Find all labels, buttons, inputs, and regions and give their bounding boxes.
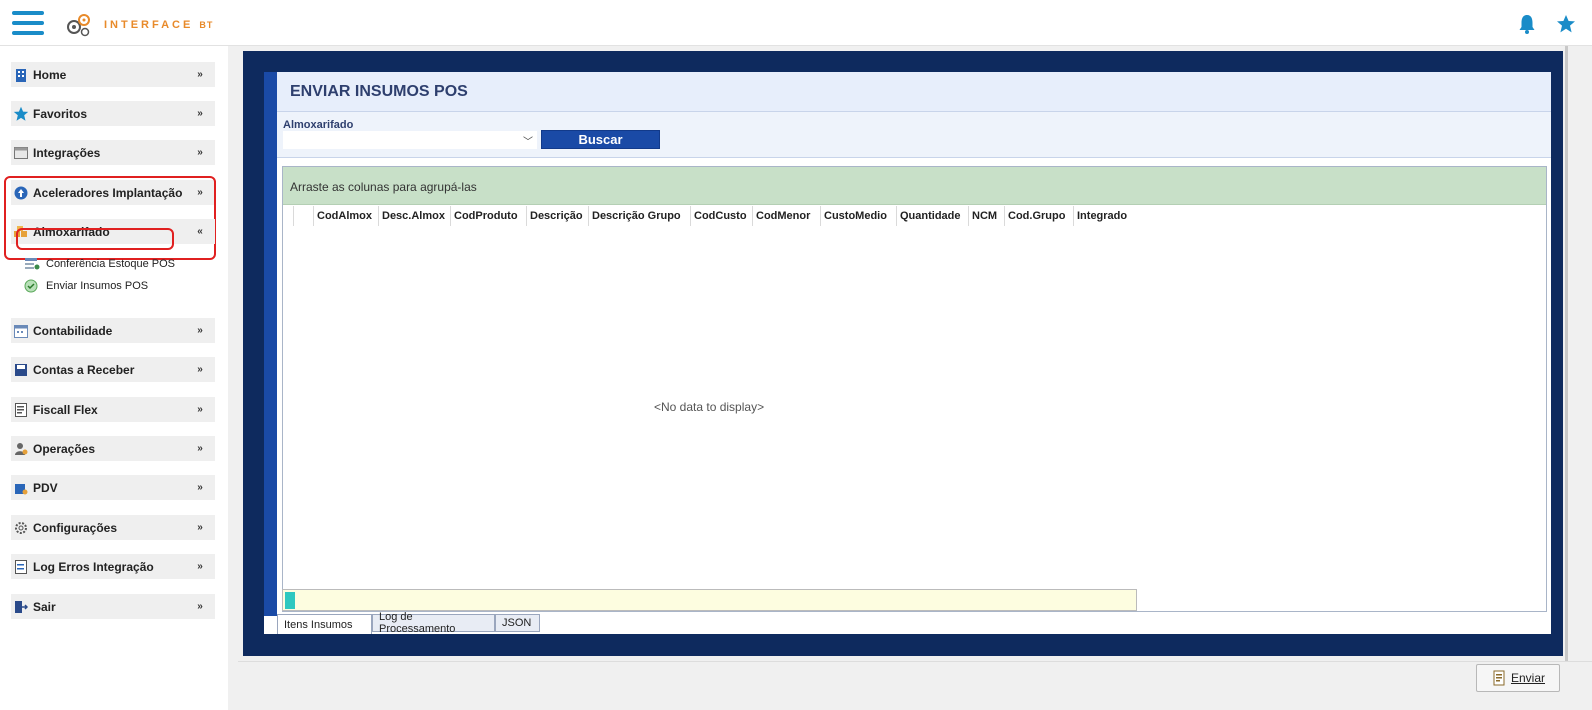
- chevron-down-icon: »: [197, 522, 203, 533]
- column-header[interactable]: Integrado: [1073, 206, 1143, 226]
- window-icon: [13, 145, 29, 161]
- sidebar-item-label: Contas a Receber: [33, 362, 135, 377]
- column-header[interactable]: Desc.Almox: [378, 206, 450, 226]
- sidebar-item-label: Log Erros Integração: [33, 559, 154, 574]
- sidebar-item-fiscall-flex[interactable]: Fiscall Flex »: [11, 397, 215, 422]
- brand-suffix: BT: [199, 20, 214, 30]
- chevron-down-icon: »: [197, 443, 203, 454]
- calendar-icon: [13, 323, 29, 339]
- sidebar-item-log-erros[interactable]: Log Erros Integração »: [11, 554, 215, 579]
- sidebar-item-label: Contabilidade: [33, 323, 113, 338]
- progress-fill: [285, 592, 295, 609]
- sidebar-item-contas-receber[interactable]: Contas a Receber »: [11, 357, 215, 382]
- almoxarifado-label: Almoxarifado: [283, 119, 354, 131]
- enviar-button[interactable]: Enviar: [1476, 664, 1560, 692]
- sidebar-item-label: Sair: [33, 599, 56, 614]
- column-header[interactable]: CodMenor: [752, 206, 820, 226]
- list-icon: [24, 257, 40, 271]
- chevron-down-icon: ﹀: [523, 137, 533, 148]
- column-header[interactable]: CodAlmox: [313, 206, 378, 226]
- buscar-button[interactable]: Buscar: [541, 130, 660, 149]
- tab-strip: Itens Insumos Log de Processamento JSON: [277, 611, 540, 635]
- gears-logo-icon: [67, 14, 90, 37]
- favorite-star-icon[interactable]: [1556, 14, 1576, 34]
- column-header[interactable]: Descrição Grupo: [588, 206, 690, 226]
- highlight-enviar-insumos: [16, 228, 174, 250]
- tab-itens-insumos[interactable]: Itens Insumos: [277, 614, 372, 634]
- sidebar-item-label: Configurações: [33, 520, 118, 535]
- person-gear-icon: [13, 441, 29, 457]
- column-header[interactable]: CustoMedio: [820, 206, 896, 226]
- sidebar-item-label: Fiscall Flex: [33, 402, 98, 417]
- sidebar-item-configuracoes[interactable]: Configurações »: [11, 515, 215, 540]
- exit-icon: [13, 599, 29, 615]
- panel-accent-strip: [264, 72, 277, 616]
- disk-icon: [13, 362, 29, 378]
- building-icon: [13, 67, 29, 83]
- footer-bar: [238, 661, 1592, 710]
- send-document-icon: [1493, 670, 1505, 686]
- chevron-up-icon: «: [197, 226, 203, 237]
- group-by-hint: Arraste as colunas para agrupá-las: [290, 180, 477, 194]
- log-icon: [13, 559, 29, 575]
- star-icon: [13, 106, 29, 122]
- chevron-down-icon: »: [197, 69, 203, 80]
- sidebar-item-favoritos[interactable]: Favoritos »: [11, 101, 215, 126]
- window-scrollbar[interactable]: [1565, 46, 1568, 661]
- sidebar-item-sair[interactable]: Sair »: [11, 594, 215, 619]
- sidebar-item-operacoes[interactable]: Operações »: [11, 436, 215, 461]
- chevron-down-icon: »: [197, 404, 203, 415]
- page-title: ENVIAR INSUMOS POS: [290, 83, 468, 100]
- chevron-down-icon: »: [197, 147, 203, 158]
- sidebar-item-home[interactable]: Home »: [11, 62, 215, 87]
- chevron-down-icon: »: [197, 601, 203, 612]
- submenu-item-label: Enviar Insumos POS: [46, 280, 149, 292]
- column-header[interactable]: Quantidade: [896, 206, 968, 226]
- gear-icon: [13, 520, 29, 536]
- progress-bar: [282, 589, 1137, 611]
- submenu-item-label: Conferência Estoque POS: [46, 258, 176, 270]
- brand-name: INTERFACE: [104, 19, 194, 31]
- column-header[interactable]: CodCusto: [690, 206, 752, 226]
- column-header[interactable]: NCM: [968, 206, 1004, 226]
- sidebar-item-contabilidade[interactable]: Contabilidade »: [11, 318, 215, 343]
- top-bar: INTERFACE BT: [0, 0, 1592, 46]
- almoxarifado-select[interactable]: ﹀: [283, 131, 537, 149]
- chevron-down-icon: »: [197, 561, 203, 572]
- grid-indicator-column: [293, 206, 313, 226]
- document-icon: [13, 402, 29, 418]
- sidebar-item-label: Favoritos: [33, 106, 88, 121]
- column-header[interactable]: CodProduto: [450, 206, 526, 226]
- enviar-button-label: Enviar: [1510, 671, 1545, 685]
- data-grid: [282, 166, 1547, 612]
- chevron-down-icon: »: [197, 364, 203, 375]
- group-by-panel[interactable]: Arraste as colunas para agrupá-las: [283, 167, 1546, 205]
- sidebar-item-pdv[interactable]: PDV »: [11, 475, 215, 500]
- empty-grid-message: <No data to display>: [654, 400, 765, 414]
- sidebar-item-label: Integrações: [33, 145, 101, 160]
- sidebar-item-integracoes[interactable]: Integrações »: [11, 140, 215, 165]
- chevron-down-icon: »: [197, 482, 203, 493]
- submenu-item-enviar-insumos[interactable]: Enviar Insumos POS: [24, 276, 148, 296]
- tab-log-processamento[interactable]: Log de Processamento: [372, 611, 495, 635]
- sidebar-item-label: Home: [33, 67, 67, 82]
- check-circle-icon: [24, 279, 40, 293]
- pdv-icon: [13, 480, 29, 496]
- page-title-bar: ENVIAR INSUMOS POS: [277, 72, 1551, 112]
- column-header[interactable]: Descrição: [526, 206, 588, 226]
- sidebar-item-label: Operações: [33, 441, 96, 456]
- hamburger-menu-icon[interactable]: [12, 11, 44, 37]
- chevron-down-icon: »: [197, 325, 203, 336]
- submenu-item-conferencia[interactable]: Conferência Estoque POS: [24, 254, 175, 274]
- app-logo: INTERFACE BT: [64, 12, 213, 38]
- column-header[interactable]: Cod.Grupo: [1004, 206, 1073, 226]
- chevron-down-icon: »: [197, 108, 203, 119]
- tab-json[interactable]: JSON: [495, 614, 540, 632]
- sidebar-item-label: PDV: [33, 480, 58, 495]
- bell-icon[interactable]: [1518, 14, 1536, 34]
